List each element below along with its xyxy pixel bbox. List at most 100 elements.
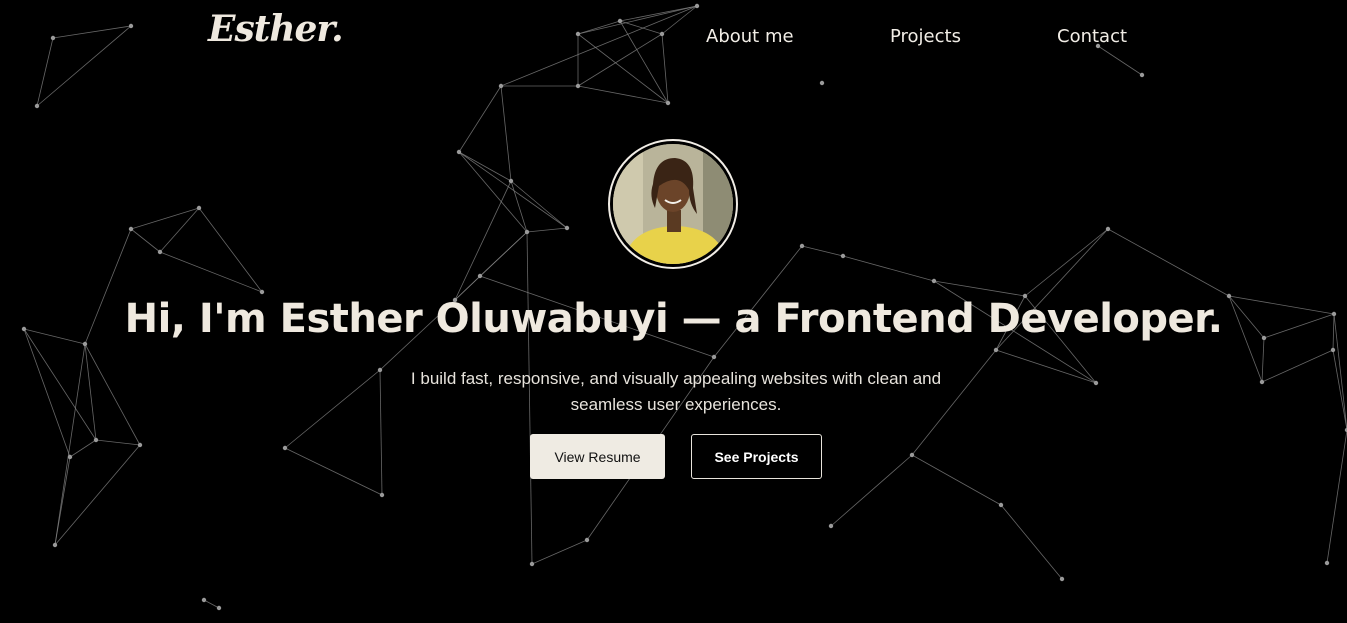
- network-link: [203, 599, 220, 609]
- network-node: [1105, 226, 1111, 232]
- network-node: [128, 23, 134, 29]
- network-node: [50, 35, 56, 41]
- nav-contact[interactable]: Contact: [1057, 26, 1127, 47]
- network-node: [993, 347, 999, 353]
- network-link: [458, 151, 512, 182]
- network-link: [531, 539, 588, 565]
- network-link: [458, 85, 502, 153]
- network-link: [842, 255, 935, 282]
- network-node: [282, 445, 288, 451]
- network-link: [379, 369, 383, 496]
- network-node: [575, 31, 581, 37]
- network-link: [1107, 228, 1230, 297]
- network-link: [84, 343, 141, 446]
- network-node: [93, 437, 99, 443]
- network-link: [284, 369, 381, 449]
- network-node: [799, 243, 805, 249]
- network-link: [577, 20, 621, 35]
- network-node: [665, 100, 671, 106]
- network-link: [69, 439, 97, 458]
- network-link: [619, 5, 698, 22]
- network-link: [577, 85, 669, 104]
- avatar: [608, 139, 738, 269]
- network-node: [508, 178, 514, 184]
- network-node: [819, 80, 825, 86]
- network-node: [1259, 379, 1265, 385]
- network-link: [1332, 349, 1347, 431]
- network-node: [157, 249, 163, 255]
- network-link: [995, 349, 1097, 384]
- network-link: [526, 227, 568, 233]
- network-node: [659, 31, 665, 37]
- network-node: [931, 278, 937, 284]
- nav-about-me[interactable]: About me: [706, 26, 794, 47]
- network-node: [529, 561, 535, 567]
- hero-headline: Hi, I'm Esther Oluwabuyi — a Frontend De…: [124, 296, 1223, 342]
- network-link: [500, 5, 698, 87]
- network-node: [564, 225, 570, 231]
- network-node: [998, 502, 1004, 508]
- network-node: [1324, 560, 1330, 566]
- network-node: [584, 537, 590, 543]
- network-link: [454, 180, 512, 301]
- network-node: [128, 226, 134, 232]
- nav-projects[interactable]: Projects: [890, 26, 961, 47]
- network-node: [694, 3, 700, 9]
- network-node: [1093, 380, 1099, 386]
- network-node: [259, 289, 265, 295]
- network-link: [661, 33, 669, 104]
- network-link: [458, 151, 568, 229]
- network-node: [216, 605, 222, 611]
- network-node: [82, 341, 88, 347]
- network-node: [52, 542, 58, 548]
- network-link: [801, 245, 844, 257]
- network-node: [137, 442, 143, 448]
- network-node: [575, 83, 581, 89]
- view-resume-button[interactable]: View Resume: [530, 434, 665, 479]
- network-node: [909, 452, 915, 458]
- profile-photo: [613, 144, 733, 264]
- network-link: [479, 231, 528, 277]
- network-link: [577, 33, 669, 104]
- network-node: [711, 354, 717, 360]
- network-link: [1261, 337, 1265, 383]
- network-link: [1326, 429, 1347, 564]
- network-link: [130, 207, 200, 230]
- hero-section: Esther. About me Projects Contact Hi, I'…: [0, 0, 1347, 623]
- network-node: [1330, 347, 1336, 353]
- network-node: [477, 273, 483, 279]
- network-link: [1097, 45, 1143, 76]
- network-link: [1261, 349, 1334, 383]
- network-node: [456, 149, 462, 155]
- network-link: [23, 328, 71, 458]
- network-node: [377, 367, 383, 373]
- network-node: [828, 523, 834, 529]
- network-link: [284, 447, 383, 496]
- network-link: [1024, 228, 1109, 297]
- network-link: [830, 454, 913, 527]
- network-link: [1000, 504, 1063, 580]
- network-link: [159, 207, 200, 253]
- network-node: [840, 253, 846, 259]
- network-node: [1139, 72, 1145, 78]
- network-link: [95, 439, 141, 446]
- hero-subtitle: I build fast, responsive, and visually a…: [410, 369, 942, 414]
- network-link: [510, 180, 568, 229]
- network-node: [524, 229, 530, 235]
- network-link: [577, 33, 663, 87]
- logo[interactable]: Esther.: [208, 8, 344, 50]
- network-node: [498, 83, 504, 89]
- network-node: [67, 454, 73, 460]
- network-node: [1059, 576, 1065, 582]
- network-node: [196, 205, 202, 211]
- network-node: [201, 597, 207, 603]
- network-link: [130, 228, 161, 253]
- see-projects-button[interactable]: See Projects: [691, 434, 822, 479]
- network-link: [36, 37, 54, 107]
- network-node: [379, 492, 385, 498]
- network-link: [933, 280, 1026, 297]
- network-node: [617, 18, 623, 24]
- network-link: [500, 85, 512, 182]
- network-link: [510, 180, 528, 233]
- network-node: [34, 103, 40, 109]
